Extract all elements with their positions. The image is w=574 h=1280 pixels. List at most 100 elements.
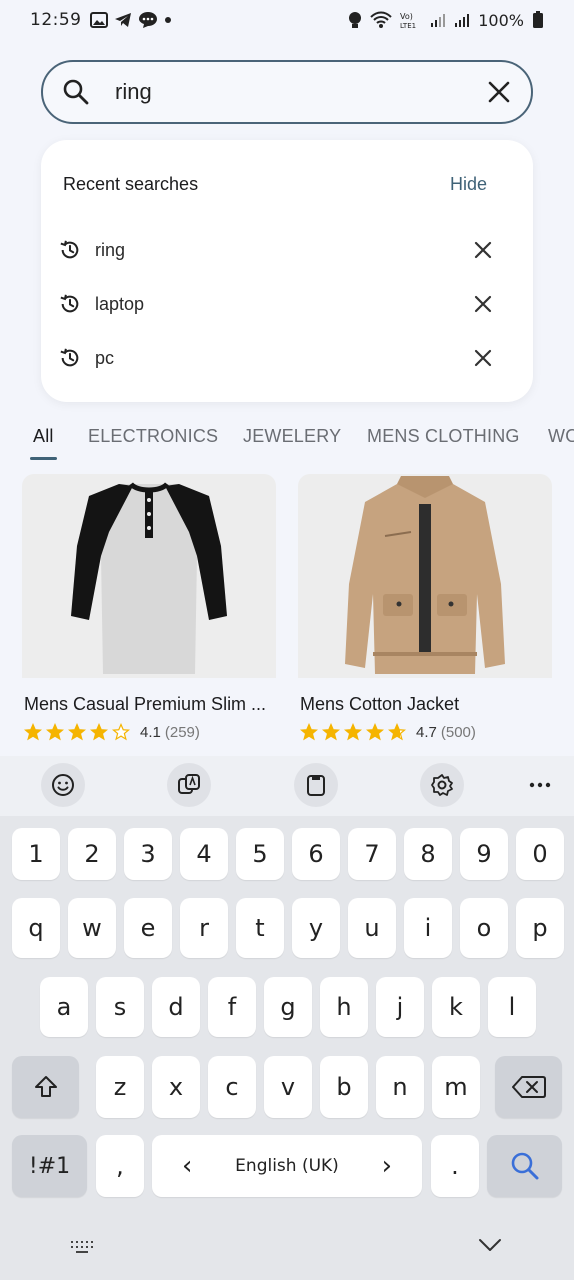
remove-recent-icon[interactable]	[473, 240, 493, 260]
product-title: Mens Casual Premium Slim ...	[24, 694, 267, 714]
key-8[interactable]: 8	[404, 828, 452, 880]
tab-all[interactable]: All	[33, 426, 54, 447]
search-bar[interactable]: ring	[41, 60, 533, 124]
history-icon	[60, 348, 79, 367]
backspace-key[interactable]	[495, 1056, 562, 1118]
svg-text:LTE1: LTE1	[400, 22, 416, 29]
key-z[interactable]: z	[96, 1056, 144, 1118]
keyboard-switch-button[interactable]	[70, 1239, 98, 1260]
tab-jewelery[interactable]: JEWELERY	[243, 426, 341, 447]
symbols-key[interactable]: !#1	[12, 1135, 87, 1197]
star-icon	[68, 723, 86, 741]
hide-keyboard-button[interactable]	[478, 1237, 502, 1258]
key-b[interactable]: b	[320, 1056, 368, 1118]
recent-item-label: laptop	[95, 293, 145, 314]
key-j[interactable]: j	[376, 977, 424, 1037]
shift-key[interactable]	[12, 1056, 79, 1118]
signal-icon-2	[455, 14, 470, 27]
tab-mens-clothing[interactable]: MENS CLOTHING	[367, 426, 520, 447]
emoji-button[interactable]	[41, 763, 85, 807]
key-x[interactable]: x	[152, 1056, 200, 1118]
rating-value: 4.7	[416, 723, 437, 741]
key-l[interactable]: l	[488, 977, 536, 1037]
dot-icon	[164, 17, 171, 23]
search-input[interactable]: ring	[115, 79, 487, 105]
rating-count: (500)	[440, 723, 476, 741]
keyboard: 1 2 3 4 5 6 7 8 9 0 q w e r t y u i o p …	[0, 816, 574, 1280]
key-m[interactable]: m	[432, 1056, 480, 1118]
status-bar: 12:59 Vo) LTE1 100%	[0, 0, 574, 40]
key-t[interactable]: t	[236, 898, 284, 958]
key-e[interactable]: e	[124, 898, 172, 958]
recent-item[interactable]: pc	[59, 338, 499, 378]
more-options-button[interactable]	[520, 763, 560, 807]
key-9[interactable]: 9	[460, 828, 508, 880]
key-4[interactable]: 4	[180, 828, 228, 880]
key-r[interactable]: r	[180, 898, 228, 958]
key-7[interactable]: 7	[348, 828, 396, 880]
recent-item-label: pc	[95, 347, 115, 368]
key-g[interactable]: g	[264, 977, 312, 1037]
key-p[interactable]: p	[516, 898, 564, 958]
key-f[interactable]: f	[208, 977, 256, 1037]
space-key[interactable]: ‹ English (UK) ›	[152, 1135, 422, 1197]
product-image	[298, 474, 552, 678]
search-key[interactable]	[487, 1135, 562, 1197]
key-k[interactable]: k	[432, 977, 480, 1037]
key-v[interactable]: v	[264, 1056, 312, 1118]
tab-electronics[interactable]: ELECTRONICS	[88, 426, 218, 447]
key-h[interactable]: h	[320, 977, 368, 1037]
star-icon	[46, 723, 64, 741]
search-icon	[63, 79, 89, 105]
svg-text:Vo): Vo)	[400, 12, 413, 21]
keyboard-nav-bar	[0, 1225, 574, 1280]
product-title: Mens Cotton Jacket	[300, 694, 460, 714]
star-icon	[366, 723, 384, 741]
key-6[interactable]: 6	[292, 828, 340, 880]
key-c[interactable]: c	[208, 1056, 256, 1118]
key-d[interactable]: d	[152, 977, 200, 1037]
clipboard-button[interactable]	[294, 763, 338, 807]
rating-value: 4.1	[140, 723, 161, 741]
recent-searches-heading: Recent searches	[63, 174, 199, 194]
key-w[interactable]: w	[68, 898, 116, 958]
comma-key[interactable]: ,	[96, 1135, 144, 1197]
key-q[interactable]: q	[12, 898, 60, 958]
search-icon	[511, 1152, 538, 1180]
product-card[interactable]: Mens Cotton Jacket 4.7 (500)	[298, 474, 552, 741]
tab-womens-clothing[interactable]: WO	[548, 426, 574, 447]
remove-recent-icon[interactable]	[473, 348, 493, 368]
recent-item[interactable]: ring	[59, 230, 499, 270]
key-i[interactable]: i	[404, 898, 452, 958]
remove-recent-icon[interactable]	[473, 294, 493, 314]
key-u[interactable]: u	[348, 898, 396, 958]
rating-count: (259)	[164, 723, 200, 741]
prev-language-arrow: ‹	[182, 1151, 193, 1181]
star-icon	[112, 723, 130, 741]
period-key[interactable]: .	[431, 1135, 479, 1197]
key-2[interactable]: 2	[68, 828, 116, 880]
emoji-icon	[52, 774, 74, 796]
clear-search-icon[interactable]	[487, 80, 511, 104]
product-card[interactable]: Mens Casual Premium Slim ... 4.1 (259)	[22, 474, 276, 741]
star-icon	[322, 723, 340, 741]
shift-icon	[34, 1076, 57, 1097]
key-5[interactable]: 5	[236, 828, 284, 880]
gear-icon	[431, 774, 453, 796]
key-o[interactable]: o	[460, 898, 508, 958]
recent-item[interactable]: laptop	[59, 284, 499, 324]
key-0[interactable]: 0	[516, 828, 564, 880]
translate-button[interactable]	[167, 763, 211, 807]
key-n[interactable]: n	[376, 1056, 424, 1118]
battery-percent: 100%	[478, 10, 524, 30]
battery-icon	[533, 11, 543, 28]
settings-button[interactable]	[420, 763, 464, 807]
key-1[interactable]: 1	[12, 828, 60, 880]
star-icon	[300, 723, 318, 741]
key-3[interactable]: 3	[124, 828, 172, 880]
key-a[interactable]: a	[40, 977, 88, 1037]
key-y[interactable]: y	[292, 898, 340, 958]
key-s[interactable]: s	[96, 977, 144, 1037]
hide-button[interactable]: Hide	[450, 174, 487, 195]
chevron-down-icon	[479, 1239, 501, 1251]
